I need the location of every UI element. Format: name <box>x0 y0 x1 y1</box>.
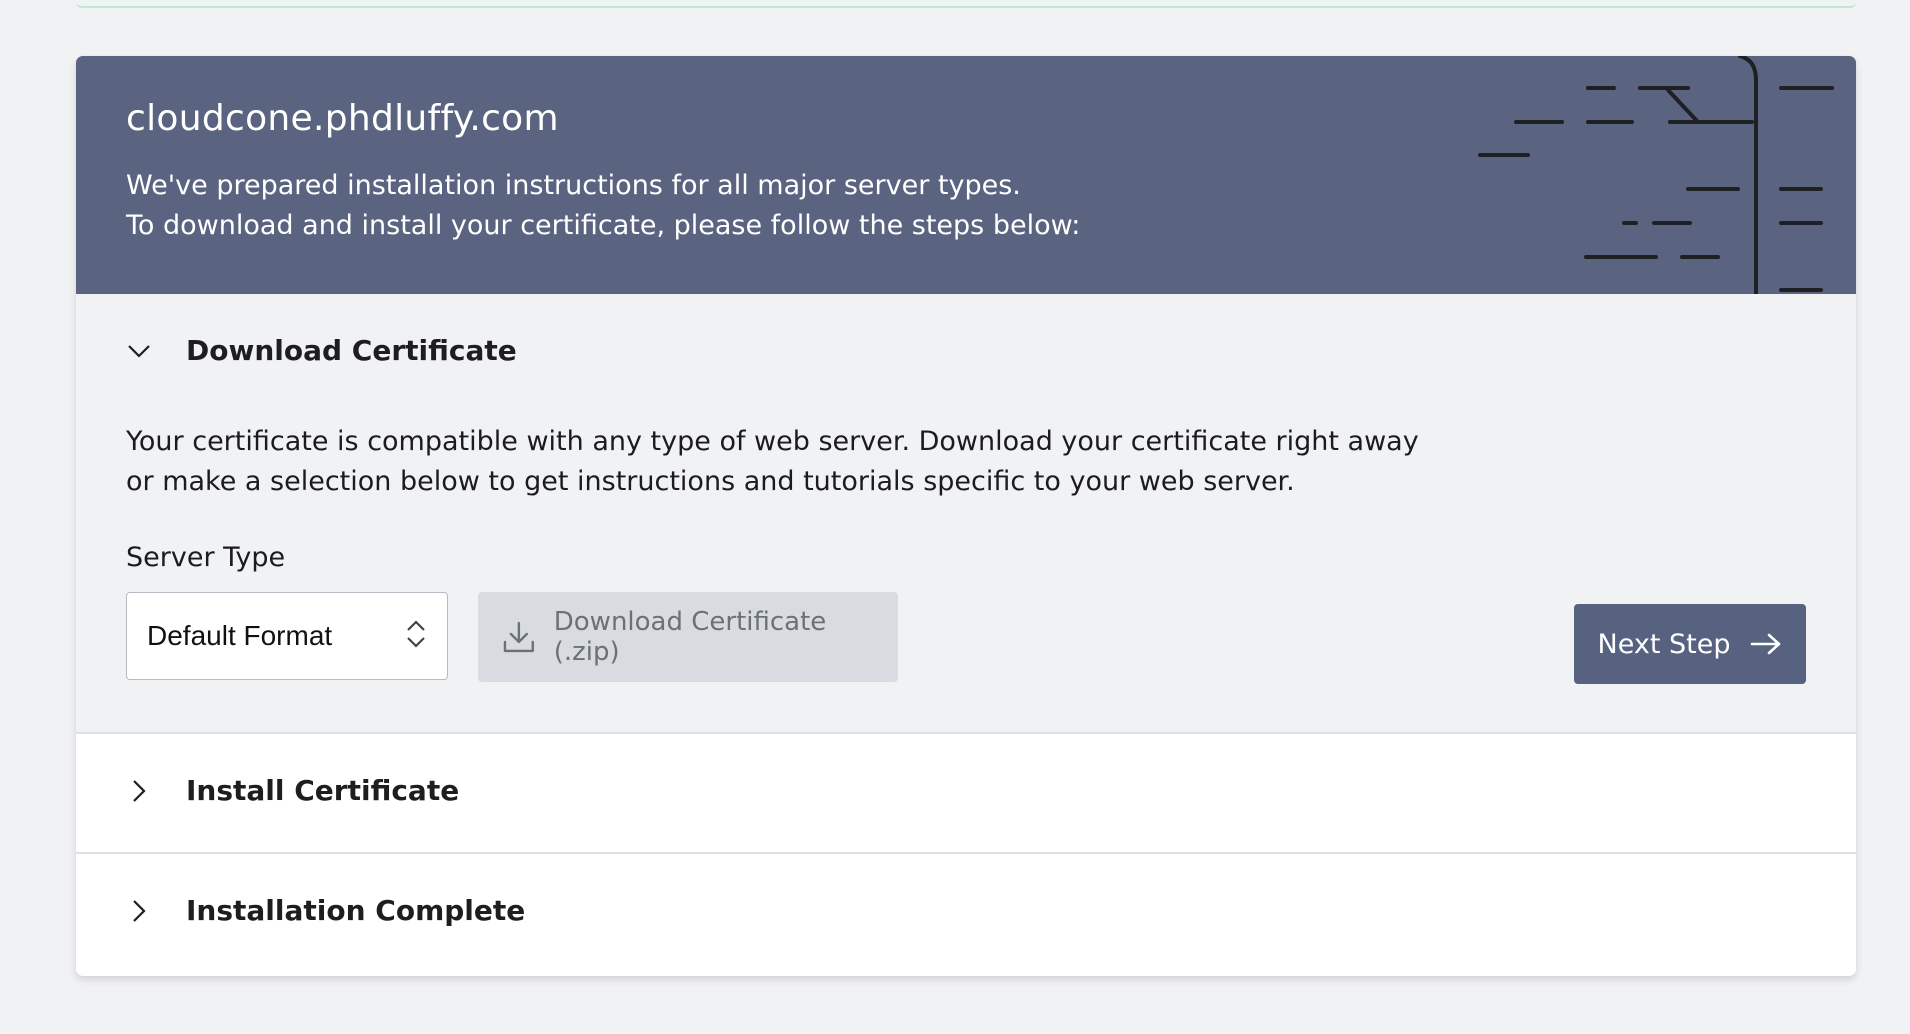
step-header-install-certificate[interactable]: Install Certificate <box>126 774 459 807</box>
step-description: Your certificate is compatible with any … <box>126 426 1419 497</box>
step-title: Download Certificate <box>186 334 517 367</box>
chevron-right-icon <box>126 778 152 804</box>
header-line-1: We've prepared installation instructions… <box>126 170 1021 201</box>
step-header-installation-complete[interactable]: Installation Complete <box>126 894 525 927</box>
card-header: cloudcone.phdluffy.com We've prepared in… <box>76 56 1856 294</box>
next-step-button[interactable]: Next Step <box>1574 604 1806 684</box>
server-type-value: Default Format <box>147 620 333 651</box>
arrow-right-icon <box>1751 633 1781 655</box>
chevron-right-icon <box>126 898 152 924</box>
step-title: Installation Complete <box>186 894 526 927</box>
step-installation-complete: Installation Complete <box>76 854 1856 972</box>
step-download-certificate: Download Certificate Your certificate is… <box>76 294 1856 734</box>
header-description: We've prepared installation instructions… <box>126 166 1080 246</box>
next-step-label: Next Step <box>1597 628 1731 660</box>
decorative-lines-illustration <box>1478 56 1834 294</box>
domain-title: cloudcone.phdluffy.com <box>126 98 559 139</box>
chevron-down-icon <box>126 338 152 364</box>
step-install-certificate: Install Certificate <box>76 734 1856 854</box>
step-title: Install Certificate <box>186 774 460 807</box>
step-header-download-certificate[interactable]: Download Certificate <box>126 334 517 367</box>
download-icon <box>503 621 534 653</box>
top-banner-edge <box>76 0 1856 8</box>
server-type-label: Server Type <box>126 542 286 573</box>
select-updown-icon <box>405 618 427 654</box>
download-certificate-button[interactable]: Download Certificate (.zip) <box>478 592 898 682</box>
header-line-2: To download and install your certificate… <box>126 210 1081 241</box>
download-button-label: Download Certificate (.zip) <box>553 607 827 667</box>
server-type-select[interactable]: Default Format <box>126 592 448 680</box>
certificate-install-card: cloudcone.phdluffy.com We've prepared in… <box>76 56 1856 976</box>
